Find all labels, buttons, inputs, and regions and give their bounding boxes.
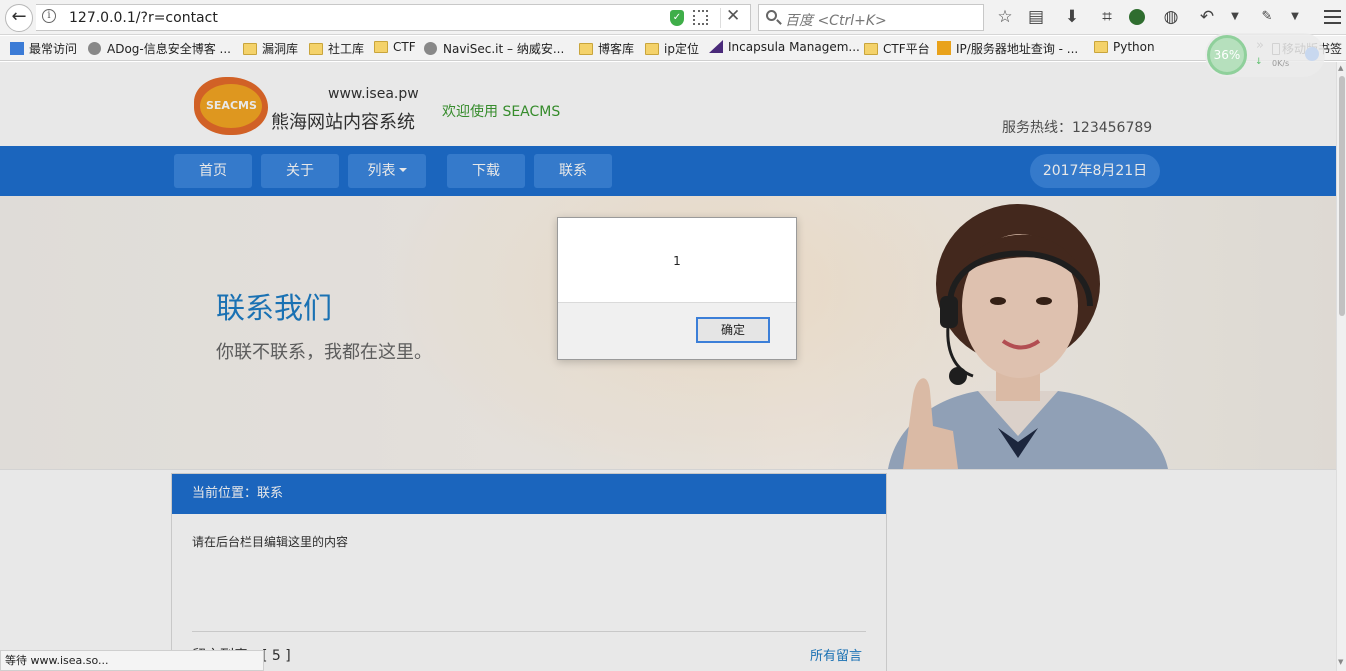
speed-ball-icon [1305, 47, 1319, 61]
bookmark-star-icon[interactable]: ☆ [994, 6, 1016, 28]
url-bar[interactable]: i 127.0.0.1/?r=contact ✓ ✕ [36, 4, 751, 31]
reading-list-icon[interactable]: ▤ [1025, 6, 1047, 28]
bookmark-vuln-db[interactable]: 漏洞库 [243, 40, 298, 57]
modal-overlay [0, 62, 1336, 671]
alert-ok-button[interactable]: 确定 [696, 317, 770, 343]
folder-icon [645, 43, 659, 55]
stop-loading-icon[interactable]: ✕ [726, 6, 740, 26]
search-placeholder[interactable]: 百度 <Ctrl+K> [785, 10, 887, 30]
extension-icon[interactable]: ✎ [1256, 6, 1278, 28]
scroll-down-icon[interactable]: ▼ [1338, 658, 1343, 666]
alert-dialog: 1 确定 [557, 217, 797, 360]
bookmark-navisec[interactable]: NaviSec.it – 纳威安... [424, 40, 564, 57]
scroll-up-icon[interactable]: ▲ [1338, 64, 1343, 72]
browser-toolbar: ← i 127.0.0.1/?r=contact ✓ ✕ 百度 <Ctrl+K>… [0, 0, 1346, 35]
search-bar[interactable]: 百度 <Ctrl+K> [758, 4, 984, 31]
site-info-icon[interactable]: i [42, 9, 56, 23]
back-button[interactable]: ← [5, 4, 33, 32]
bookmark-ip-lookup[interactable]: IP/服务器地址查询 - ... [937, 40, 1078, 57]
bookmark-python[interactable]: Python [1094, 40, 1155, 54]
extension-dropdown-icon[interactable]: ▼ [1284, 6, 1306, 28]
speed-percent: 36% [1207, 35, 1247, 75]
bookmark-adog[interactable]: ADog-信息安全博客 ... [88, 40, 231, 57]
incapsula-icon [709, 40, 723, 53]
palette-icon[interactable]: ◍ [1160, 6, 1182, 28]
folder-icon [864, 43, 878, 55]
status-bar: 等待 www.isea.so... [0, 650, 264, 671]
ip-lookup-icon [937, 41, 951, 55]
bookmark-most-visited[interactable]: 最常访问 [10, 40, 77, 57]
undo-icon[interactable]: ↶ [1196, 6, 1218, 28]
undo-dropdown-icon[interactable]: ▼ [1224, 6, 1246, 28]
bookmark-incapsula[interactable]: Incapsula Managem... [709, 40, 860, 54]
hamburger-menu-icon[interactable] [1324, 10, 1341, 24]
bookmark-blog-db[interactable]: 博客库 [579, 40, 634, 57]
folder-icon [374, 41, 388, 53]
alert-message: 1 [673, 254, 681, 268]
search-icon [766, 10, 777, 21]
qr-code-icon[interactable] [693, 10, 708, 25]
bookmark-ip-locate[interactable]: ip定位 [645, 40, 699, 57]
crop-screenshot-icon[interactable]: ⌗ [1096, 6, 1118, 28]
folder-icon [243, 43, 257, 55]
network-speed-widget[interactable]: 36% ↓ 0K/s [1205, 33, 1325, 77]
alert-footer: 确定 [558, 302, 796, 359]
folder-icon [309, 43, 323, 55]
download-icon[interactable]: ⬇ [1061, 6, 1083, 28]
extension-shield-icon[interactable] [1129, 9, 1145, 25]
folder-icon [579, 43, 593, 55]
page-scrollbar[interactable]: ▲ ▼ [1336, 62, 1346, 671]
bookmark-ctf[interactable]: CTF [374, 40, 416, 54]
bookmarks-bar: 最常访问 ADog-信息安全博客 ... 漏洞库 社工库 CTF NaviSec… [0, 36, 1346, 61]
url-text[interactable]: 127.0.0.1/?r=contact [69, 10, 218, 26]
bookmark-ctf-platform[interactable]: CTF平台 [864, 40, 930, 57]
globe-icon [88, 42, 101, 55]
url-separator [720, 8, 721, 28]
security-shield-icon[interactable]: ✓ [670, 10, 684, 26]
scrollbar-thumb[interactable] [1339, 76, 1345, 316]
folder-icon [1094, 41, 1108, 53]
globe-icon [424, 42, 437, 55]
bookmark-social-db[interactable]: 社工库 [309, 40, 364, 57]
most-visited-icon [10, 42, 24, 55]
download-arrow-icon: ↓ [1255, 57, 1263, 67]
speed-rate: 0K/s [1272, 59, 1290, 68]
